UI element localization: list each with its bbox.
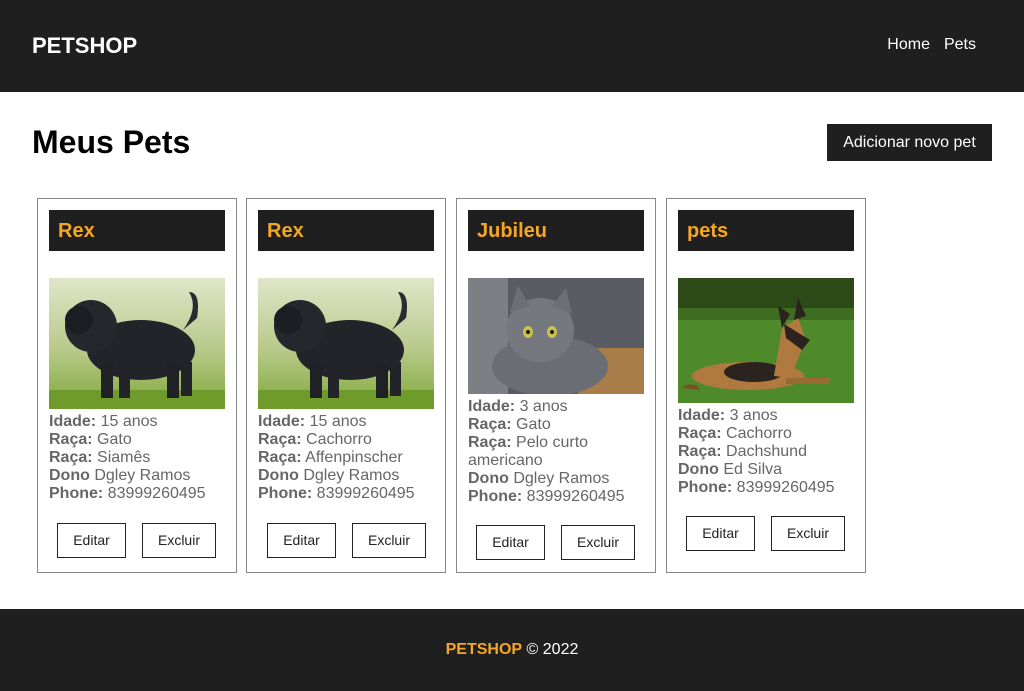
edit-button[interactable]: Editar (267, 523, 336, 558)
pet-card: Rex Idade: 15 anos Raça: Cachorro Raça: … (246, 198, 446, 573)
pet-owner: Dgley Ramos (513, 470, 610, 487)
delete-button[interactable]: Excluir (352, 523, 426, 558)
pet-species: Cachorro (726, 425, 792, 442)
delete-button[interactable]: Excluir (142, 523, 216, 558)
pet-age: 15 anos (309, 413, 367, 430)
footer-copyright: © 2022 (526, 641, 579, 658)
pet-phone: 83999260495 (526, 488, 625, 505)
pet-card: Jubileu Idade: 3 anos Raça: Gato Raça: P… (456, 198, 656, 573)
pet-name: Jubileu (477, 220, 548, 242)
footer-text: PETSHOP © 2022 (0, 640, 1024, 660)
pet-owner: Dgley Ramos (303, 467, 400, 484)
add-pet-button[interactable]: Adicionar novo pet (827, 124, 992, 161)
pet-species: Cachorro (306, 431, 372, 448)
pet-card-header: Rex (258, 210, 434, 251)
black-shaggy-dog-photo (258, 278, 434, 409)
nav-link-pets[interactable]: Pets (944, 36, 976, 54)
pet-card: pets Idade: 3 anos Raça: Cachorro Raça: … (666, 198, 866, 573)
edit-button[interactable]: Editar (57, 523, 126, 558)
pet-breed: Siamês (97, 449, 151, 466)
pet-card: Rex Idade: 15 anos Raça: Gato Raça: Siam… (37, 198, 237, 573)
pet-age: 3 anos (729, 407, 778, 424)
pet-owner: Ed Silva (723, 461, 783, 478)
pet-owner: Dgley Ramos (94, 467, 191, 484)
delete-button[interactable]: Excluir (771, 516, 845, 551)
black-shaggy-dog-photo (49, 278, 225, 409)
navbar: PETSHOP Home Pets (0, 0, 1024, 92)
pet-breed: Dachshund (726, 443, 807, 460)
footer-brand: PETSHOP (445, 641, 523, 658)
pet-phone: 83999260495 (316, 485, 415, 502)
pet-species: Gato (516, 416, 551, 433)
delete-button[interactable]: Excluir (561, 525, 635, 560)
pet-species: Gato (97, 431, 132, 448)
page-title: Meus Pets (32, 124, 191, 160)
pet-name: Rex (58, 220, 95, 242)
pet-details: Idade: 3 anos Raça: Cachorro Raça: Dachs… (678, 407, 835, 496)
pet-age: 3 anos (519, 398, 568, 415)
pet-name: pets (687, 220, 729, 242)
pet-breed: Affenpinscher (305, 449, 403, 466)
edit-button[interactable]: Editar (686, 516, 755, 551)
gray-cat-photo (468, 278, 644, 394)
pet-phone: 83999260495 (736, 479, 835, 496)
footer: PETSHOP © 2022 (0, 609, 1024, 691)
pet-name: Rex (267, 220, 304, 242)
pet-card-header: pets (678, 210, 854, 251)
pet-details: Idade: 15 anos Raça: Gato Raça: Siamês D… (49, 413, 206, 502)
german-shepherd-photo (678, 278, 854, 403)
pet-details: Idade: 15 anos Raça: Cachorro Raça: Affe… (258, 413, 415, 502)
pet-card-header: Rex (49, 210, 225, 251)
nav-links: Home Pets (873, 36, 976, 54)
pet-age: 15 anos (100, 413, 158, 430)
pet-details: Idade: 3 anos Raça: Gato Raça: Pelo curt… (468, 398, 625, 505)
edit-button[interactable]: Editar (476, 525, 545, 560)
pet-phone: 83999260495 (107, 485, 206, 502)
brand-logo[interactable]: PETSHOP (32, 33, 137, 59)
nav-link-home[interactable]: Home (887, 36, 930, 54)
pet-card-header: Jubileu (468, 210, 644, 251)
